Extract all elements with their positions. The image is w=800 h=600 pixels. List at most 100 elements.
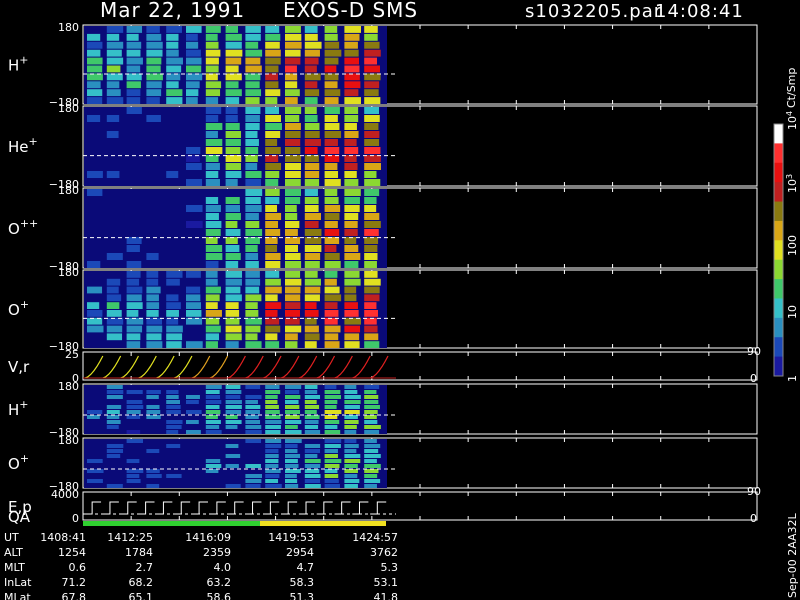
spectrogram-cell <box>245 405 261 409</box>
spectrogram-cell <box>205 139 223 146</box>
spectrogram-cell <box>126 439 144 443</box>
spectrogram-cell <box>225 333 242 341</box>
spectrogram-cell <box>344 271 360 278</box>
panel-label: O++ <box>8 217 38 238</box>
spectrogram-cell <box>146 325 163 333</box>
side-label: Sep-00 2AA32L <box>786 512 799 598</box>
spectrogram-cell <box>285 415 300 419</box>
spectrogram-cell <box>364 213 380 220</box>
spectrogram-cell <box>106 410 120 414</box>
spectrogram-cell <box>106 325 123 333</box>
spectrogram-cell <box>166 405 181 409</box>
spectrogram-cell <box>87 415 100 419</box>
right-axis-min: 0 <box>750 372 757 385</box>
spectrogram-cell <box>344 395 361 399</box>
spectrogram-cell <box>265 459 279 463</box>
spectrogram-cell <box>106 294 122 302</box>
spectrogram-cell <box>186 26 202 33</box>
spectrogram-cell <box>146 65 161 73</box>
spectrogram-cell <box>205 286 221 294</box>
spectrogram-cell <box>304 123 320 130</box>
spectrogram-cell <box>324 261 341 268</box>
orbit-value: 0.6 <box>69 561 87 574</box>
spectrogram-cell <box>87 81 101 89</box>
spectrogram-cell <box>285 197 301 204</box>
colorbar-unit: Ct/Smp <box>785 68 798 108</box>
orbit-value: 63.2 <box>207 576 232 589</box>
spectrogram-cell <box>87 33 101 41</box>
spectrogram-cell <box>205 430 222 434</box>
spectrogram-cell <box>265 139 278 146</box>
spectrogram-cell <box>205 115 219 122</box>
spectrogram-cell <box>205 310 222 317</box>
spectrogram-cell <box>304 41 322 49</box>
colorbar-tick: 10 <box>786 305 799 319</box>
spectrogram-cell <box>225 179 238 186</box>
spectrogram-cell <box>146 474 162 478</box>
colorbar-segment <box>774 220 783 241</box>
spectrogram-cell <box>304 459 321 463</box>
spectrogram-cell <box>285 205 297 212</box>
spectrogram-cell <box>324 474 339 478</box>
spectrogram-cell <box>87 310 103 317</box>
spectrogram-cell <box>265 454 279 458</box>
spectrogram-cell <box>304 302 317 309</box>
velocity-trace <box>173 355 193 379</box>
spectrogram-cell <box>364 341 380 348</box>
spectrogram-cell <box>126 474 140 478</box>
spectrogram-cell <box>166 333 183 341</box>
spectrogram-cell <box>205 221 222 228</box>
spectrogram-cell <box>245 65 262 73</box>
spectrogram-cell <box>126 390 143 394</box>
orbit-value: 5.3 <box>381 561 399 574</box>
spectrogram-cell <box>324 444 341 448</box>
spectrogram-cell <box>364 49 381 57</box>
spectrogram-cell <box>364 454 381 458</box>
spectrogram-cell <box>364 131 380 138</box>
y-axis-max: 180 <box>58 380 79 393</box>
spectrogram-cell <box>344 415 358 419</box>
spectrogram-cell <box>324 89 341 97</box>
spectrogram-cell <box>146 278 159 286</box>
spectrogram-cell <box>344 439 357 443</box>
spectrogram-cell <box>265 395 278 399</box>
spectrogram-cell <box>285 261 302 268</box>
spectrogram-cell <box>364 221 381 228</box>
spectrogram-cell <box>146 469 160 473</box>
spectrogram-cell <box>106 286 119 294</box>
spectrogram-cell <box>324 390 341 394</box>
spectrogram-cell <box>344 41 358 49</box>
spectrogram-cell <box>265 425 281 429</box>
orbit-value: 41.8 <box>374 591 399 600</box>
spectrogram-cell <box>324 107 340 114</box>
spectrogram-cell <box>126 430 141 434</box>
spectrogram-cell <box>205 459 221 463</box>
spectrogram-cell <box>205 400 222 404</box>
spectrogram-cell <box>324 65 337 73</box>
spectrogram-cell <box>304 400 317 404</box>
spectrogram-cell <box>324 400 338 404</box>
orbit-value: 58.6 <box>207 591 232 600</box>
spectrogram-cell <box>126 261 142 268</box>
spectrogram-cell <box>344 197 360 204</box>
spectrogram-cell <box>344 484 358 488</box>
spectrogram-cell <box>146 49 163 57</box>
spectrogram-cell <box>344 310 359 317</box>
spectrogram-cell <box>285 97 298 104</box>
spectrogram-cell <box>225 213 241 220</box>
spectrogram-cell <box>146 410 161 414</box>
spectrogram-cell <box>285 405 300 409</box>
spectrogram-cell <box>304 49 320 57</box>
spectrogram-cell <box>265 107 279 114</box>
spectrogram-cell <box>166 33 179 41</box>
spectrogram-cell <box>205 33 218 41</box>
spectrogram-cell <box>225 286 241 294</box>
spectrogram-cell <box>364 271 378 278</box>
spectrogram-cell <box>265 229 281 236</box>
spectrogram-cell <box>265 484 282 488</box>
spectrogram-cell <box>225 464 239 468</box>
spectrogram-cell <box>285 430 302 434</box>
spectrogram-cell <box>126 97 141 104</box>
spectrogram-cell <box>245 286 260 294</box>
spectrogram-cell <box>205 147 223 154</box>
